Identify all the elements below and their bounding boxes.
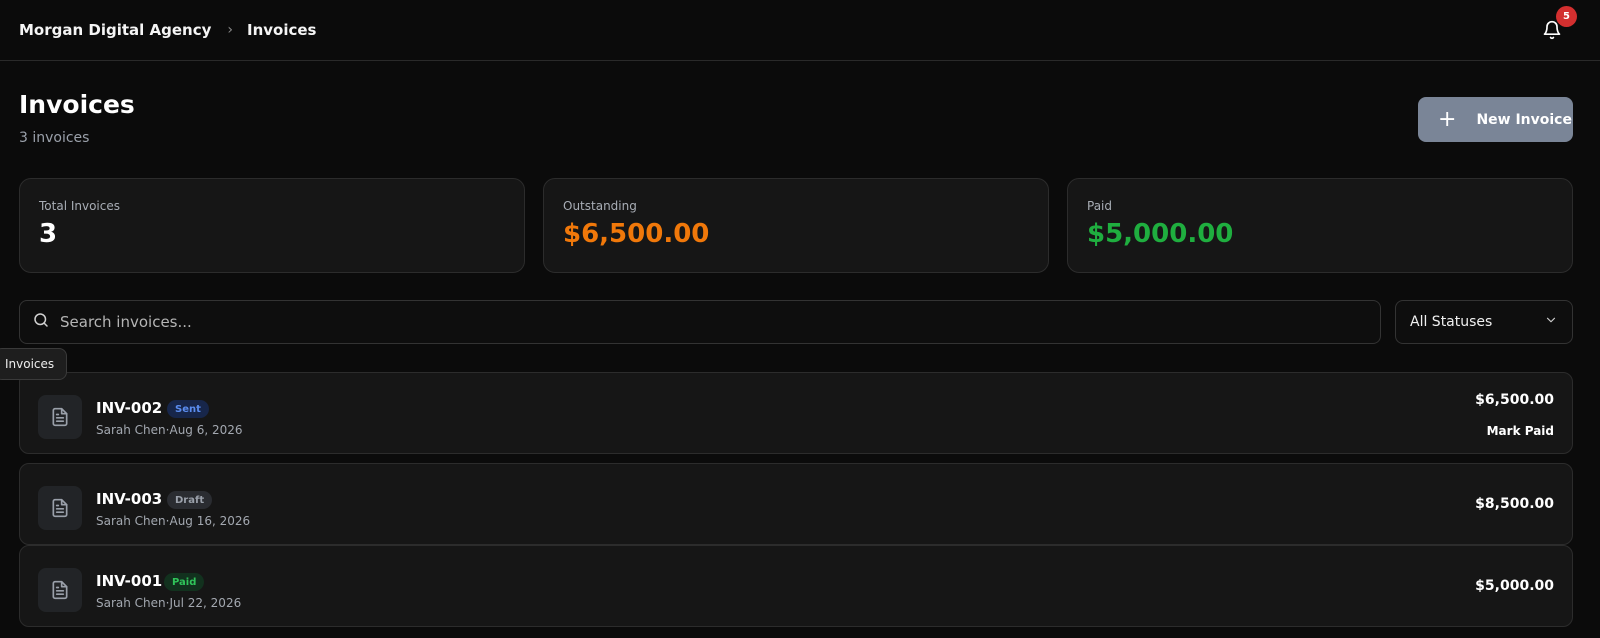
client-name: Sarah Chen (96, 423, 166, 437)
tooltip: Invoices (0, 348, 68, 380)
invoice-meta: Sarah Chen·Aug 16, 2026 (96, 514, 250, 528)
invoice-row[interactable]: INV-003 Draft Sarah Chen·Aug 16, 2026 $8… (19, 463, 1573, 545)
stat-card-total: Total Invoices 3 (19, 178, 525, 273)
search-box[interactable] (19, 300, 1381, 344)
stat-value: 3 (39, 219, 58, 249)
invoice-row[interactable]: INV-001 Paid Sarah Chen·Jul 22, 2026 $5,… (19, 545, 1573, 627)
client-name: Sarah Chen (96, 514, 166, 528)
top-bar: Morgan Digital Agency › Invoices (0, 0, 1600, 61)
status-badge: Draft (167, 491, 213, 509)
invoice-number: INV-003 (96, 490, 163, 508)
breadcrumb-current: Invoices (247, 21, 317, 39)
client-name: Sarah Chen (96, 596, 166, 610)
status-filter-select[interactable]: All Statuses (1395, 300, 1573, 344)
document-icon (38, 395, 82, 439)
stat-value: $5,000.00 (1087, 219, 1234, 249)
invoice-number: INV-002 (96, 399, 163, 417)
invoice-date: Aug 16, 2026 (169, 514, 251, 528)
document-icon (38, 486, 82, 530)
stat-label: Outstanding (563, 199, 637, 213)
invoice-meta: Sarah Chen·Aug 6, 2026 (96, 423, 243, 437)
stat-value: $6,500.00 (563, 219, 710, 249)
breadcrumb-org[interactable]: Morgan Digital Agency (19, 21, 211, 39)
invoice-date: Aug 6, 2026 (169, 423, 243, 437)
new-invoice-label: New Invoice (1476, 111, 1572, 128)
invoice-count: 3 invoices (19, 130, 90, 146)
invoice-amount: $6,500.00 (1475, 392, 1554, 408)
stat-card-outstanding: Outstanding $6,500.00 (543, 178, 1049, 273)
search-icon (32, 311, 50, 333)
invoice-row[interactable]: INV-002 Sent Sarah Chen·Aug 6, 2026 $6,5… (19, 372, 1573, 454)
chevron-down-icon (1544, 313, 1558, 331)
invoice-meta: Sarah Chen·Jul 22, 2026 (96, 596, 241, 610)
status-filter-value: All Statuses (1410, 314, 1493, 330)
stat-card-paid: Paid $5,000.00 (1067, 178, 1573, 273)
plus-icon: + (1438, 106, 1457, 132)
invoice-date: Jul 22, 2026 (169, 596, 242, 610)
new-invoice-button[interactable]: + New Invoice (1418, 97, 1573, 142)
invoice-amount: $8,500.00 (1475, 496, 1554, 512)
invoice-amount: $5,000.00 (1475, 578, 1554, 594)
search-input[interactable] (60, 313, 1260, 331)
notification-badge: 5 (1556, 6, 1577, 27)
status-badge: Sent (167, 400, 209, 418)
stat-label: Total Invoices (39, 199, 120, 213)
page-title: Invoices (19, 90, 135, 119)
status-badge: Paid (164, 573, 205, 591)
stat-label: Paid (1087, 199, 1113, 213)
chevron-right-icon: › (227, 22, 233, 38)
invoice-number: INV-001 (96, 572, 163, 590)
document-icon (38, 568, 82, 612)
mark-paid-button[interactable]: Mark Paid (1487, 424, 1554, 438)
